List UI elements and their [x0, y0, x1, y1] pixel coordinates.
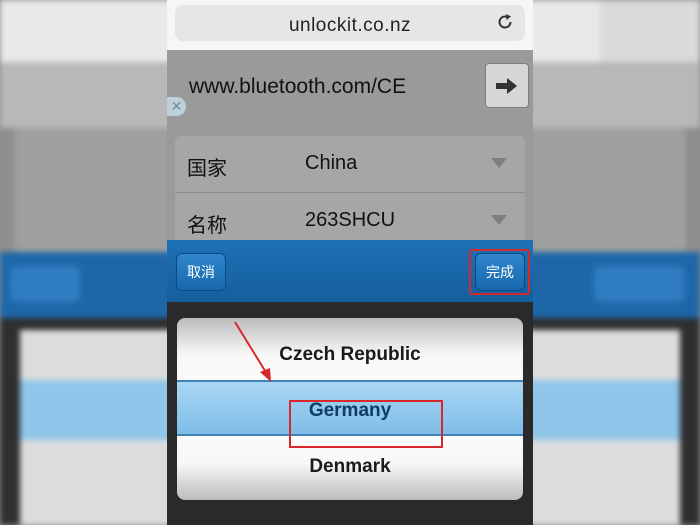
annotation-arrow-icon	[234, 321, 271, 382]
form-row-country[interactable]: 国家 China	[175, 136, 525, 193]
form-card: 国家 China 名称 263SHCU	[175, 136, 525, 256]
close-icon[interactable]: ✕	[167, 97, 186, 116]
selected-annotation-box	[289, 400, 443, 448]
reload-icon[interactable]	[495, 12, 515, 32]
dropdown-arrow-icon	[491, 215, 507, 225]
address-field[interactable]: unlockit.co.nz	[175, 5, 525, 41]
dropdown-arrow-icon	[491, 158, 507, 168]
arrow-right-icon	[496, 78, 517, 94]
phone-screen: unlockit.co.nz www.bluetooth.com/CE ✕ 国家…	[167, 0, 533, 525]
browser-address-bar: unlockit.co.nz	[167, 0, 533, 50]
name-label: 名称	[187, 215, 227, 237]
cancel-button[interactable]: 取消	[176, 253, 226, 291]
done-annotation-box	[469, 249, 530, 295]
go-button[interactable]	[485, 63, 529, 108]
page-content: www.bluetooth.com/CE ✕ 国家 China 名称 263SH…	[167, 50, 533, 256]
country-value: China	[305, 152, 358, 174]
url-field[interactable]: www.bluetooth.com/CE	[189, 75, 406, 99]
picker-panel: Czech Republic Germany Denmark	[167, 302, 533, 525]
name-value: 263SHCU	[305, 209, 396, 231]
picker-option[interactable]: Denmark	[177, 456, 523, 478]
picker-toolbar: 取消 完成	[167, 240, 533, 302]
country-label: 国家	[187, 158, 227, 180]
address-text: unlockit.co.nz	[288, 15, 412, 36]
